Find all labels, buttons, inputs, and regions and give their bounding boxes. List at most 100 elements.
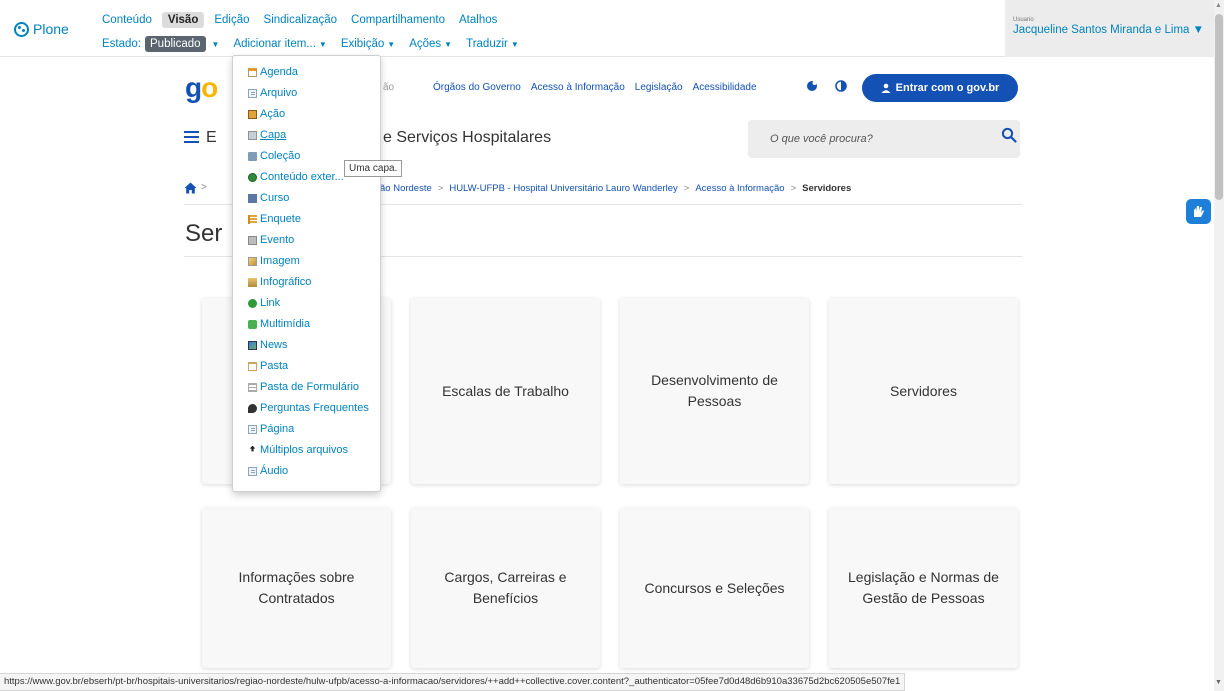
plone-logo[interactable]: Plone [14,18,69,40]
tab-sindicalizacao[interactable]: Sindicalização [264,14,338,26]
breadcrumb-separator: > [790,183,797,194]
breadcrumb-item[interactable]: ão Nordeste [380,183,432,194]
event-icon [248,235,257,245]
infographic-icon [248,277,257,287]
menu-item-imagem[interactable]: Imagem [248,255,300,267]
news-icon [248,340,257,350]
header-partial-text: ão [383,82,395,93]
card-escalas-trabalho[interactable]: Escalas de Trabalho [411,298,600,484]
toolbar-tabs: Conteúdo Visão Edição Sindicalização Com… [102,12,511,28]
login-govbr-button[interactable]: Entrar com o gov.br [862,74,1018,102]
site-title[interactable]: e Serviços Hospitalares [383,129,551,147]
breadcrumb-item[interactable]: HULW-UFPB - Hospital Universitário Lauro… [449,183,677,194]
translate-menu[interactable]: Traduzir ▼ [466,38,519,50]
menu-item-capa[interactable]: Capa [248,129,286,141]
breadcrumb-current: Servidores [802,183,852,194]
tab-edicao[interactable]: Edição [214,14,249,26]
chevron-down-icon: ▼ [510,40,519,49]
menu-item-pasta[interactable]: Pasta [248,360,288,372]
scroll-up-arrow-icon[interactable]: ▲ [1215,2,1222,9]
page-icon [248,424,257,434]
cookies-icon[interactable] [806,80,818,92]
menu-item-label: Arquivo [260,87,298,99]
menu-item-link[interactable]: Link [248,297,280,309]
menu-item-label: Multimídia [260,318,311,330]
breadcrumb-separator: > [683,183,690,194]
menu-item-conteudo-externo[interactable]: Conteúdo exter... [248,171,344,183]
multimedia-icon [248,319,257,329]
display-menu[interactable]: Exibição ▼ [341,38,395,50]
link-legislacao[interactable]: Legislação [635,82,683,93]
audio-icon [248,466,257,476]
menu-item-pagina[interactable]: Página [248,423,294,435]
tooltip: Uma capa. [344,160,403,177]
faq-icon [248,403,257,413]
card-concursos-selecoes[interactable]: Concursos e Seleções [620,508,809,668]
contrast-icon[interactable] [835,80,847,92]
tab-visao[interactable]: Visão [161,12,205,28]
breadcrumb-item[interactable]: Acesso à Informação [695,183,784,194]
menu-item-acao[interactable]: Ação [248,108,285,120]
menu-item-arquivo[interactable]: Arquivo [248,87,297,99]
card-servidores[interactable]: Servidores [829,298,1018,484]
menu-item-infografico[interactable]: Infográfico [248,276,311,288]
card-cargos-carreiras[interactable]: Cargos, Carreiras e Benefícios [411,508,600,668]
menu-item-multimidia[interactable]: Multimídia [248,318,310,330]
tab-conteudo[interactable]: Conteúdo [102,14,152,26]
scrollbar-thumb[interactable] [1215,14,1223,200]
search-icon[interactable] [1001,127,1017,143]
menu-item-enquete[interactable]: Enquete [248,213,301,225]
link-acesso-informacao[interactable]: Acesso à Informação [531,82,625,93]
link-orgaos-governo[interactable]: Órgãos do Governo [433,82,521,93]
menu-item-label: Ação [260,108,286,120]
gov-br-logo[interactable]: go [185,74,218,102]
menu-item-audio[interactable]: Áudio [248,465,288,477]
menu-item-news[interactable]: News [248,339,288,351]
page-title: Ser [185,220,223,247]
state-badge[interactable]: Publicado [145,36,206,52]
user-name[interactable]: Jacqueline Santos Miranda e Lima ▼ [1013,24,1206,36]
form-folder-icon [248,382,257,392]
state-menu-caret[interactable]: ▼ [209,38,220,50]
vlibras-accessibility-button[interactable] [1186,199,1211,224]
chevron-down-icon: ▼ [444,40,453,49]
tab-compartilhamento[interactable]: Compartilhamento [351,14,445,26]
menu-item-perguntas-frequentes[interactable]: Perguntas Frequentes [248,402,369,414]
add-item-label: Adicionar item... [233,38,316,50]
home-icon[interactable] [184,182,197,194]
menu-item-pasta-formulario[interactable]: Pasta de Formulário [248,381,359,393]
menu-item-curso[interactable]: Curso [248,192,289,204]
external-content-icon [248,172,257,182]
scroll-down-arrow-icon[interactable]: ▼ [1215,679,1222,686]
translate-label: Traduzir [466,38,508,50]
actions-menu[interactable]: Ações ▼ [409,38,452,50]
hamburger-menu-icon[interactable] [184,131,199,144]
menu-item-colecao[interactable]: Coleção [248,150,300,162]
action-icon [248,109,257,119]
add-item-menu[interactable]: Adicionar item... ▼ [233,38,326,50]
status-bar-url: https://www.gov.br/ebserh/pt-br/hospitai… [0,673,906,691]
plone-toolbar: Plone Conteúdo Visão Edição Sindicalizaç… [0,0,1214,57]
card-informacoes-contratados[interactable]: Informações sobre Contratados [202,508,391,668]
display-label: Exibição [340,38,385,50]
tab-atalhos[interactable]: Atalhos [459,14,497,26]
menu-item-label: Infográfico [260,276,312,288]
hand-sign-icon [1194,206,1204,217]
menu-item-label: Página [260,423,295,435]
menu-item-label: Coleção [260,150,301,162]
chevron-down-icon: ▼ [211,40,220,49]
link-acessibilidade[interactable]: Acessibilidade [693,82,757,93]
menu-item-label: News [260,339,288,351]
card-legislacao-normas[interactable]: Legislação e Normas de Gestão de Pessoas [829,508,1018,668]
menu-item-multiplos-arquivos[interactable]: Múltiplos arquivos [248,444,348,456]
poll-icon [248,214,257,224]
menu-item-label: Capa [260,129,287,141]
menu-item-agenda[interactable]: Agenda [248,66,298,78]
chevron-down-icon: ▼ [318,40,327,49]
user-menu[interactable]: Usuario Jacqueline Santos Miranda e Lima… [1005,0,1214,57]
menu-item-label: Perguntas Frequentes [260,402,369,414]
card-desenvolvimento-pessoas[interactable]: Desenvolvimento de Pessoas [620,298,809,484]
menu-item-label: Áudio [260,465,289,477]
menu-item-evento[interactable]: Evento [248,234,294,246]
search-input[interactable] [748,120,988,158]
